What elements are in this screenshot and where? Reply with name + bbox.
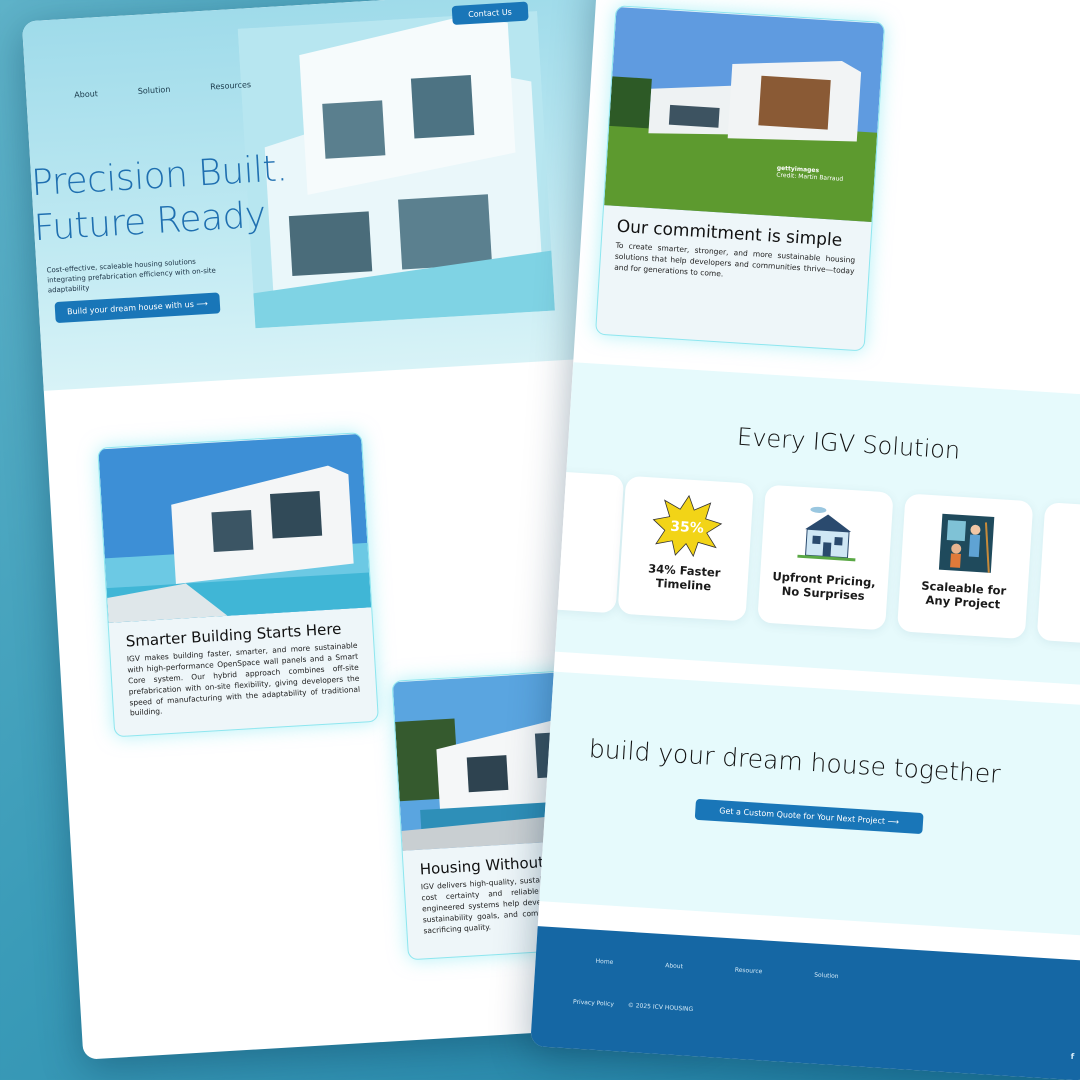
solution-label-upfront-pricing: Upfront Pricing, No Surprises	[771, 569, 877, 604]
hero-title: Precision Built. Future Ready	[30, 146, 291, 251]
footer-bottom: Privacy Policy © 2025 ICV HOUSING	[573, 998, 693, 1013]
smarter-building-card: Smarter Building Starts Here IGV makes b…	[97, 432, 379, 738]
commitment-card: gettyimages Credit: Martin Barraud Our c…	[594, 5, 886, 352]
footer-link-home[interactable]: Home	[595, 958, 613, 966]
starburst-35-icon: 35%	[652, 494, 723, 558]
solution-card-scaleable: Scaleable for Any Project	[896, 493, 1034, 640]
starburst-badge-text: 35%	[670, 519, 704, 537]
footer-social: f in	[1070, 1052, 1080, 1063]
solution-card-upfront-pricing: Upfront Pricing, No Surprises	[757, 484, 894, 631]
smarter-building-photo	[98, 433, 372, 623]
arrow-right-icon: ⟶	[887, 816, 900, 827]
arrow-right-icon: ⟶	[196, 299, 209, 309]
footer-link-about[interactable]: About	[665, 962, 683, 970]
nav-solution[interactable]: Solution	[138, 85, 171, 96]
solutions-title: Every IGV Solution	[736, 422, 961, 465]
top-nav: About Solution Resources	[74, 80, 251, 99]
landing-page-right: gettyimages Credit: Martin Barraud Our c…	[530, 0, 1080, 1080]
solution-card-faster-timeline: 35% 34% Faster Timeline	[617, 475, 754, 622]
custom-quote-button[interactable]: Get a Custom Quote for Your Next Project…	[694, 798, 924, 835]
footer-link-resource[interactable]: Resource	[735, 967, 763, 976]
solutions-section: Every IGV Solution 35% 34% Faster Timeli…	[530, 362, 1080, 687]
hero-section: About Solution Resources Contact Us Prec…	[21, 0, 663, 391]
hero-title-line2: Future Ready	[32, 194, 267, 250]
hero-cta-label: Build your dream house with us	[66, 299, 195, 317]
facebook-icon[interactable]: f	[1070, 1052, 1074, 1061]
commitment-photo	[604, 6, 885, 222]
solution-card-partial-right	[1036, 502, 1080, 648]
footer: Home About Resource Solution Privacy Pol…	[530, 923, 1080, 1080]
solution-label-faster-timeline: 34% Faster Timeline	[647, 561, 721, 594]
cta-title: build your dream house together	[588, 734, 1002, 789]
hero-cta-button[interactable]: Build your dream house with us ⟶	[54, 292, 221, 324]
house-icon	[797, 506, 856, 562]
privacy-policy-link[interactable]: Privacy Policy	[573, 998, 614, 1008]
builders-icon	[938, 513, 995, 573]
solution-label-scaleable: Scaleable for Any Project	[920, 578, 1007, 612]
footer-nav: Home About Resource Solution	[595, 958, 838, 980]
copyright-text: © 2025 ICV HOUSING	[627, 1001, 694, 1014]
hero-subtitle: Cost-effective, scaleable housing soluti…	[46, 257, 217, 295]
nav-about[interactable]: About	[74, 89, 98, 99]
footer-link-solution[interactable]: Solution	[814, 972, 839, 981]
custom-quote-label: Get a Custom Quote for Your Next Project	[719, 806, 886, 826]
cta-section: build your dream house together Get a Cu…	[539, 671, 1080, 937]
